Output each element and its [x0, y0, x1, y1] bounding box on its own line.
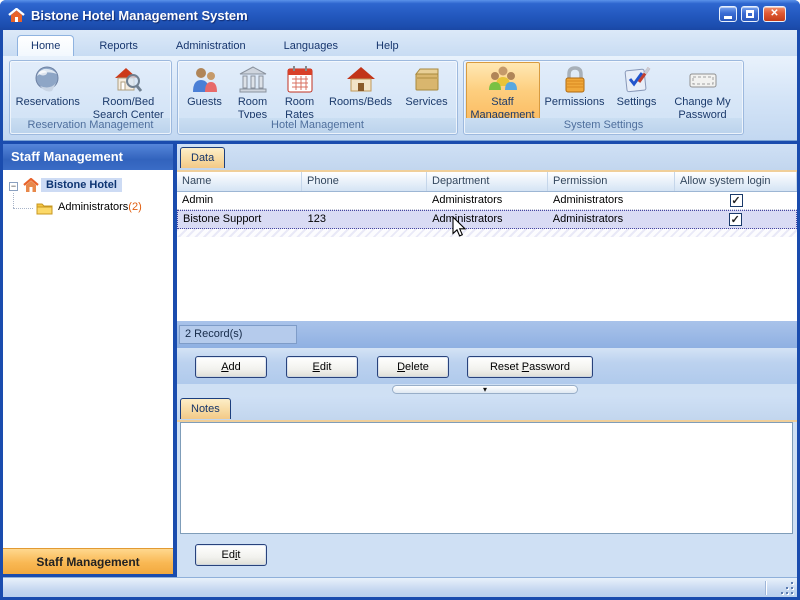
guests-button[interactable]: Guests	[181, 63, 229, 119]
tree-item-bistone-hotel[interactable]: Bistone Hotel	[3, 177, 173, 196]
table-row[interactable]: Admin Administrators Administrators ✓	[177, 192, 797, 210]
staff-tree: − Bistone Hotel Administrators(2)	[3, 170, 173, 548]
minimize-button[interactable]	[719, 6, 737, 22]
column-header-name[interactable]: Name	[177, 172, 302, 191]
room-rates-button[interactable]: Room Rates	[277, 63, 323, 121]
column-header-phone[interactable]: Phone	[302, 172, 427, 191]
tab-administration[interactable]: Administration	[163, 36, 259, 56]
title-bar: Bistone Hotel Management System ✕	[0, 0, 800, 30]
minimize-icon	[724, 16, 732, 19]
column-header-department[interactable]: Department	[427, 172, 548, 191]
globe-icon	[35, 66, 59, 92]
resize-grip[interactable]	[780, 581, 793, 594]
table-row-selected[interactable]: Bistone Support 123 Administrators Admin…	[177, 210, 797, 229]
delete-button[interactable]: Delete	[377, 356, 449, 378]
calendar-icon	[287, 66, 312, 93]
cell-department: Administrators	[432, 194, 503, 206]
action-button-bar: Add Edit Delete Reset Password	[177, 348, 797, 384]
sidebar: Staff Management − Bistone Hotel Adminis…	[3, 144, 173, 577]
password-field-icon	[689, 73, 716, 88]
staff-group-icon	[488, 66, 517, 90]
reset-password-button[interactable]: Reset Password	[467, 356, 593, 378]
hotel-house-icon	[23, 178, 39, 192]
tree-root-label: Bistone Hotel	[41, 178, 122, 192]
column-header-allow-system-login[interactable]: Allow system login	[675, 172, 797, 191]
tree-child-label: Administrators	[58, 201, 129, 213]
house-search-icon	[115, 68, 143, 92]
record-count: 2 Record(s)	[179, 325, 297, 344]
cell-department: Administrators	[432, 213, 503, 225]
close-button[interactable]: ✕	[763, 6, 786, 22]
group-reservation-management: Reservations Room/Bed Search Center Reser…	[9, 60, 172, 135]
room-types-button[interactable]: Room Types	[229, 63, 277, 121]
staff-management-button[interactable]: Staff Management	[465, 62, 540, 121]
cell-name: Admin	[182, 194, 214, 206]
tab-data[interactable]: Data	[180, 147, 226, 168]
guests-icon	[192, 68, 217, 92]
edit-button[interactable]: Edit	[286, 356, 358, 378]
reservations-button[interactable]: Reservations	[10, 63, 86, 119]
sidebar-header: Staff Management	[3, 144, 173, 170]
splitter-handle[interactable]: ▾	[392, 385, 578, 394]
tab-home[interactable]: Home	[17, 35, 75, 56]
folder-icon	[36, 203, 53, 215]
chevron-down-icon: ▾	[482, 385, 487, 394]
tree-item-administrators[interactable]: Administrators(2)	[3, 199, 173, 218]
cell-phone: 123	[307, 213, 326, 225]
tab-languages[interactable]: Languages	[271, 36, 351, 56]
application-window: Bistone Hotel Management System ✕ Home R…	[0, 0, 800, 600]
status-separator	[765, 581, 767, 595]
services-button[interactable]: Services	[399, 63, 455, 119]
allow-login-checkbox[interactable]: ✓	[729, 194, 743, 207]
checklist-pen-icon	[624, 67, 650, 93]
staff-table: Name Phone Department Permission Allow s…	[177, 172, 797, 320]
cell-phone	[302, 192, 427, 209]
room-bed-search-center-button[interactable]: Room/Bed Search Center	[86, 63, 171, 121]
allow-login-checkbox[interactable]: ✓	[728, 213, 742, 226]
settings-button[interactable]: Settings	[610, 63, 664, 119]
mouse-cursor-icon	[452, 216, 467, 237]
tab-help[interactable]: Help	[363, 36, 412, 56]
column-header-permission[interactable]: Permission	[548, 172, 675, 191]
cell-name: Bistone Support	[183, 213, 262, 225]
notes-tab-strip: Notes	[177, 396, 797, 420]
ribbon: Reservations Room/Bed Search Center Reser…	[3, 56, 797, 141]
group-system-settings: Staff Management Permissions Settings Ch…	[463, 60, 744, 135]
cell-permission: Administrators	[553, 194, 624, 206]
notes-panel: Notes Edit	[177, 396, 797, 577]
permissions-button[interactable]: Permissions	[540, 63, 610, 119]
tab-reports[interactable]: Reports	[86, 36, 151, 56]
maximize-button[interactable]	[741, 6, 759, 22]
notes-edit-button[interactable]: Edit	[195, 544, 267, 566]
rooms-beds-button[interactable]: Rooms/Beds	[323, 63, 399, 119]
cell-permission: Administrators	[552, 213, 624, 225]
window-title: Bistone Hotel Management System	[31, 7, 248, 23]
box-icon	[414, 68, 438, 91]
add-button[interactable]: Add	[195, 356, 267, 378]
table-header-row: Name Phone Department Permission Allow s…	[177, 172, 797, 192]
tab-notes[interactable]: Notes	[180, 398, 231, 419]
house-icon	[346, 67, 375, 92]
panel-splitter[interactable]: ▾	[177, 384, 797, 396]
maximize-icon	[746, 10, 754, 18]
tree-child-count: (2)	[128, 201, 142, 213]
group-hotel-management: Guests Room Types Room Rates Rooms/Beds …	[177, 60, 458, 135]
sidebar-footer-staff-management[interactable]: Staff Management	[3, 548, 173, 574]
record-count-bar: 2 Record(s)	[177, 320, 797, 348]
group-caption: Hotel Management	[179, 118, 456, 133]
close-icon: ✕	[770, 8, 779, 19]
group-caption: System Settings	[465, 118, 742, 133]
change-my-password-button[interactable]: Change My Password	[664, 63, 742, 121]
main-content: Data Name Phone Department Permission Al…	[177, 144, 797, 577]
data-tab-strip: Data	[177, 144, 797, 170]
grid-filler-pattern	[177, 229, 797, 237]
bank-building-icon	[239, 66, 266, 93]
group-caption: Reservation Management	[11, 118, 170, 133]
status-bar	[3, 577, 797, 597]
lock-icon	[565, 66, 584, 93]
menu-tab-bar: Home Reports Administration Languages He…	[3, 30, 797, 56]
notes-textarea[interactable]	[180, 422, 793, 534]
app-house-icon	[8, 7, 25, 22]
